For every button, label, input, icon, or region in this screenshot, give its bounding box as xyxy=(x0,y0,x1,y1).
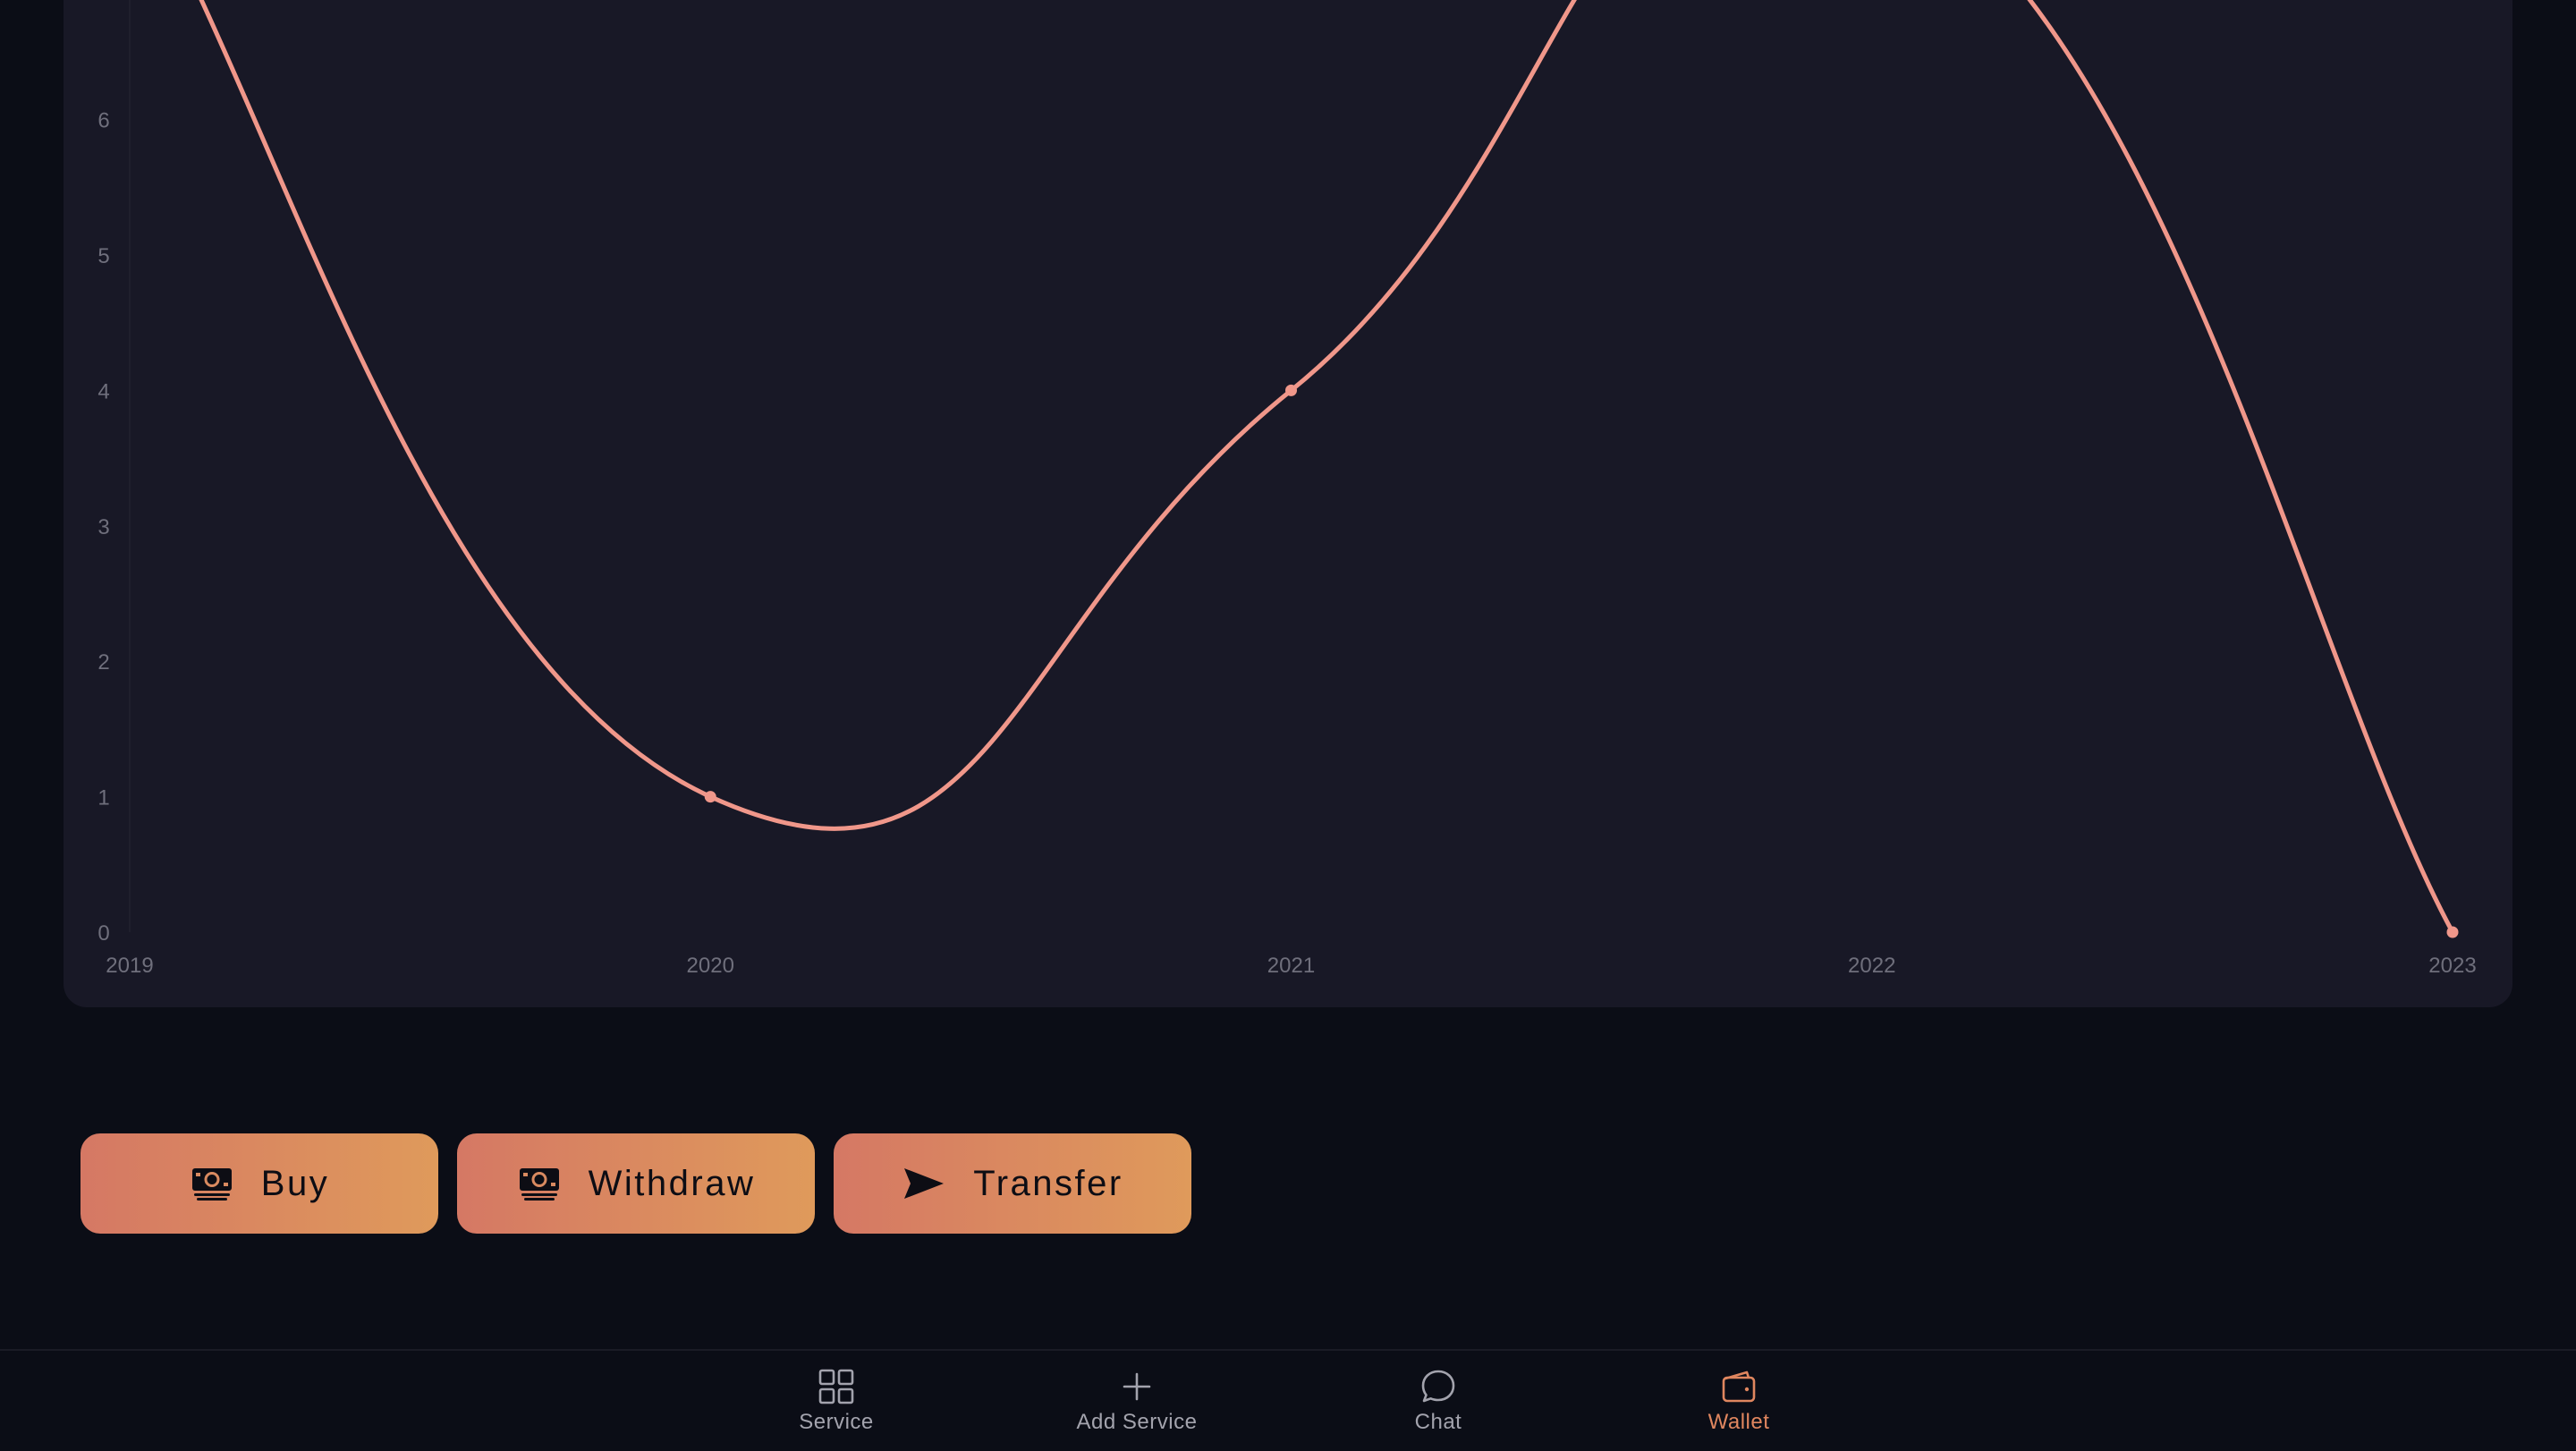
x-tick-label: 2023 xyxy=(2428,954,2476,978)
y-tick-label: 5 xyxy=(97,244,109,268)
send-icon xyxy=(902,1166,946,1201)
x-tick-label: 2020 xyxy=(687,954,734,978)
grid-icon xyxy=(817,1367,856,1406)
nav-item-chat[interactable]: Chat xyxy=(1331,1351,1546,1451)
nav-label-chat: Chat xyxy=(1414,1410,1462,1434)
y-tick-label: 1 xyxy=(97,786,109,810)
bottom-navigation: Service Add Service Chat Wallet xyxy=(0,1349,2576,1451)
buy-button[interactable]: Buy xyxy=(80,1133,438,1234)
nav-item-add-service[interactable]: Add Service xyxy=(1030,1351,1244,1451)
x-tick-label: 2022 xyxy=(1848,954,1895,978)
withdraw-button-label: Withdraw xyxy=(588,1163,756,1203)
chat-bubble-icon xyxy=(1419,1367,1458,1406)
data-point xyxy=(2446,926,2459,938)
transfer-button-label: Transfer xyxy=(973,1163,1123,1203)
y-tick-label: 6 xyxy=(97,109,109,133)
y-tick-label: 2 xyxy=(97,650,109,675)
y-tick-label: 4 xyxy=(97,379,109,403)
y-tick-label: 3 xyxy=(97,515,109,539)
nav-item-service[interactable]: Service xyxy=(729,1351,944,1451)
series-line xyxy=(199,0,2455,935)
nav-item-wallet[interactable]: Wallet xyxy=(1631,1351,1846,1451)
wallet-icon xyxy=(1719,1367,1758,1406)
balance-line-chart: 0 1 2 3 4 5 6 2019 2020 2021 2022 2023 xyxy=(97,0,2477,978)
money-icon xyxy=(517,1166,562,1201)
y-tick-label: 0 xyxy=(97,921,109,946)
transfer-button[interactable]: Transfer xyxy=(834,1133,1191,1234)
nav-label-wallet: Wallet xyxy=(1707,1410,1770,1434)
wallet-actions: Buy Withdraw Transfer xyxy=(80,1133,1191,1234)
nav-label-add-service: Add Service xyxy=(1076,1410,1198,1434)
withdraw-button[interactable]: Withdraw xyxy=(457,1133,815,1234)
buy-button-label: Buy xyxy=(260,1163,330,1203)
nav-label-service: Service xyxy=(799,1410,874,1434)
money-icon xyxy=(190,1166,234,1201)
plus-icon xyxy=(1117,1367,1157,1406)
data-point xyxy=(704,791,716,803)
x-tick-label: 2021 xyxy=(1267,954,1315,978)
data-point xyxy=(1285,384,1297,396)
wallet-page: 0 1 2 3 4 5 6 2019 2020 2021 2022 2023 Buy xyxy=(0,0,2576,1451)
x-tick-label: 2019 xyxy=(106,954,153,978)
